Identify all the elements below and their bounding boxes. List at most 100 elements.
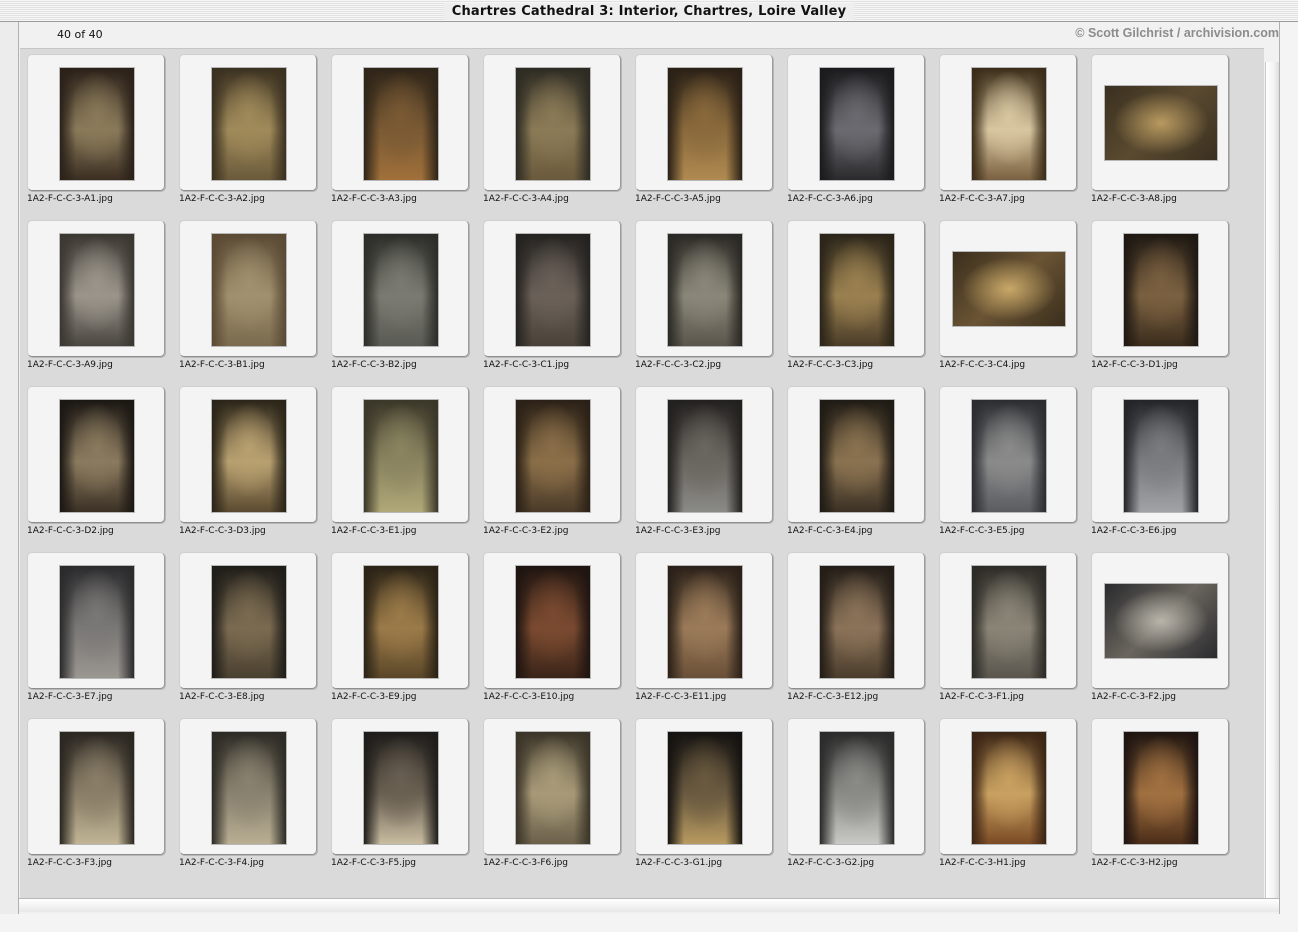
thumbnail-item[interactable]: 1A2-F-C-C-3-E5.jpg — [932, 382, 1077, 540]
thumbnail-item[interactable]: 1A2-F-C-C-3-A5.jpg — [628, 50, 773, 208]
thumbnail-frame[interactable] — [1091, 54, 1229, 191]
thumbnail-image[interactable] — [668, 68, 742, 180]
thumbnail-image[interactable] — [60, 400, 134, 512]
thumbnail-frame[interactable] — [1091, 718, 1229, 855]
thumbnail-image[interactable] — [212, 732, 286, 844]
thumbnail-frame[interactable] — [331, 386, 469, 523]
thumbnail-image[interactable] — [668, 234, 742, 346]
thumbnail-frame[interactable] — [635, 718, 773, 855]
thumbnail-item[interactable]: 1A2-F-C-C-3-E7.jpg — [20, 548, 165, 706]
thumbnail-item[interactable]: 1A2-F-C-C-3-C3.jpg — [780, 216, 925, 374]
thumbnail-frame[interactable] — [939, 54, 1077, 191]
thumbnail-image[interactable] — [820, 400, 894, 512]
thumbnail-item[interactable]: 1A2-F-C-C-3-D2.jpg — [20, 382, 165, 540]
thumbnail-image[interactable] — [212, 566, 286, 678]
thumbnail-frame[interactable] — [179, 552, 317, 689]
vertical-scrollbar[interactable] — [1265, 62, 1279, 898]
thumbnail-frame[interactable] — [179, 718, 317, 855]
thumbnail-frame[interactable] — [939, 386, 1077, 523]
thumbnail-image[interactable] — [668, 400, 742, 512]
thumbnail-frame[interactable] — [787, 552, 925, 689]
thumbnail-image[interactable] — [1124, 732, 1198, 844]
thumbnail-image[interactable] — [516, 732, 590, 844]
window-title-bar[interactable]: Chartres Cathedral 3: Interior, Chartres… — [0, 0, 1298, 22]
thumbnail-frame[interactable] — [1091, 552, 1229, 689]
thumbnail-image[interactable] — [820, 68, 894, 180]
horizontal-scrollbar[interactable] — [19, 898, 1279, 912]
thumbnail-item[interactable]: 1A2-F-C-C-3-A1.jpg — [20, 50, 165, 208]
thumbnail-item[interactable]: 1A2-F-C-C-3-C4.jpg — [932, 216, 1077, 374]
thumbnail-item[interactable]: 1A2-F-C-C-3-E2.jpg — [476, 382, 621, 540]
thumbnail-item[interactable]: 1A2-F-C-C-3-C2.jpg — [628, 216, 773, 374]
thumbnail-image[interactable] — [516, 566, 590, 678]
thumbnail-item[interactable]: 1A2-F-C-C-3-H2.jpg — [1084, 714, 1229, 872]
thumbnail-item[interactable]: 1A2-F-C-C-3-F6.jpg — [476, 714, 621, 872]
thumbnail-image[interactable] — [1124, 234, 1198, 346]
thumbnail-image[interactable] — [516, 400, 590, 512]
thumbnail-image[interactable] — [364, 732, 438, 844]
thumbnail-item[interactable]: 1A2-F-C-C-3-F4.jpg — [172, 714, 317, 872]
thumbnail-item[interactable]: 1A2-F-C-C-3-G2.jpg — [780, 714, 925, 872]
thumbnail-image[interactable] — [516, 234, 590, 346]
thumbnail-image[interactable] — [364, 234, 438, 346]
thumbnail-item[interactable]: 1A2-F-C-C-3-E4.jpg — [780, 382, 925, 540]
thumbnail-image[interactable] — [212, 400, 286, 512]
thumbnail-image[interactable] — [212, 234, 286, 346]
thumbnail-image[interactable] — [1124, 400, 1198, 512]
thumbnail-item[interactable]: 1A2-F-C-C-3-A2.jpg — [172, 50, 317, 208]
thumbnail-frame[interactable] — [331, 552, 469, 689]
thumbnail-frame[interactable] — [331, 718, 469, 855]
thumbnail-frame[interactable] — [787, 386, 925, 523]
thumbnail-frame[interactable] — [635, 54, 773, 191]
thumbnail-image[interactable] — [972, 68, 1046, 180]
thumbnail-item[interactable]: 1A2-F-C-C-3-B1.jpg — [172, 216, 317, 374]
thumbnail-image[interactable] — [1105, 86, 1217, 160]
thumbnail-image[interactable] — [668, 732, 742, 844]
thumbnail-item[interactable]: 1A2-F-C-C-3-D1.jpg — [1084, 216, 1229, 374]
thumbnail-frame[interactable] — [483, 54, 621, 191]
thumbnail-frame[interactable] — [939, 220, 1077, 357]
thumbnail-image[interactable] — [60, 566, 134, 678]
thumbnail-frame[interactable] — [27, 54, 165, 191]
thumbnail-item[interactable]: 1A2-F-C-C-3-H1.jpg — [932, 714, 1077, 872]
thumbnail-item[interactable]: 1A2-F-C-C-3-E12.jpg — [780, 548, 925, 706]
thumbnail-image[interactable] — [820, 234, 894, 346]
thumbnail-item[interactable]: 1A2-F-C-C-3-A6.jpg — [780, 50, 925, 208]
thumbnail-item[interactable]: 1A2-F-C-C-3-E10.jpg — [476, 548, 621, 706]
thumbnail-frame[interactable] — [635, 386, 773, 523]
thumbnail-image[interactable] — [364, 68, 438, 180]
thumbnail-item[interactable]: 1A2-F-C-C-3-A8.jpg — [1084, 50, 1229, 208]
thumbnail-image[interactable] — [364, 400, 438, 512]
thumbnail-item[interactable]: 1A2-F-C-C-3-F2.jpg — [1084, 548, 1229, 706]
thumbnail-item[interactable]: 1A2-F-C-C-3-C1.jpg — [476, 216, 621, 374]
thumbnail-frame[interactable] — [27, 718, 165, 855]
thumbnail-frame[interactable] — [1091, 386, 1229, 523]
thumbnail-frame[interactable] — [179, 220, 317, 357]
thumbnail-image[interactable] — [820, 566, 894, 678]
thumbnail-frame[interactable] — [483, 220, 621, 357]
thumbnail-frame[interactable] — [939, 718, 1077, 855]
thumbnail-image[interactable] — [820, 732, 894, 844]
thumbnail-item[interactable]: 1A2-F-C-C-3-E8.jpg — [172, 548, 317, 706]
thumbnail-frame[interactable] — [27, 552, 165, 689]
thumbnail-item[interactable]: 1A2-F-C-C-3-A3.jpg — [324, 50, 469, 208]
thumbnail-item[interactable]: 1A2-F-C-C-3-E9.jpg — [324, 548, 469, 706]
thumbnail-image[interactable] — [668, 566, 742, 678]
thumbnail-item[interactable]: 1A2-F-C-C-3-A7.jpg — [932, 50, 1077, 208]
thumbnail-image[interactable] — [1105, 584, 1217, 658]
thumbnail-item[interactable]: 1A2-F-C-C-3-G1.jpg — [628, 714, 773, 872]
thumbnail-frame[interactable] — [27, 386, 165, 523]
thumbnail-image[interactable] — [60, 234, 134, 346]
thumbnail-frame[interactable] — [483, 718, 621, 855]
thumbnail-item[interactable]: 1A2-F-C-C-3-F5.jpg — [324, 714, 469, 872]
thumbnail-image[interactable] — [972, 566, 1046, 678]
thumbnail-image[interactable] — [60, 732, 134, 844]
thumbnail-frame[interactable] — [483, 386, 621, 523]
thumbnail-item[interactable]: 1A2-F-C-C-3-A9.jpg — [20, 216, 165, 374]
thumbnail-image[interactable] — [516, 68, 590, 180]
thumbnail-image[interactable] — [972, 400, 1046, 512]
thumbnail-frame[interactable] — [331, 220, 469, 357]
thumbnail-frame[interactable] — [635, 220, 773, 357]
thumbnail-item[interactable]: 1A2-F-C-C-3-E3.jpg — [628, 382, 773, 540]
thumbnail-item[interactable]: 1A2-F-C-C-3-E1.jpg — [324, 382, 469, 540]
